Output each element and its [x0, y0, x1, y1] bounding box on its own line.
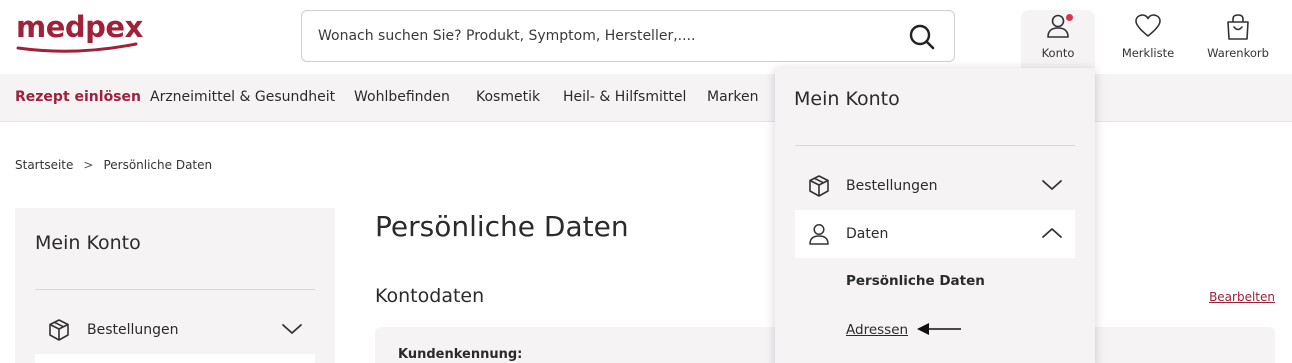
sidebar-item-label: Bestellungen	[87, 322, 179, 338]
dropdown-subitem-persoenliche-daten[interactable]: Persönliche Daten	[846, 273, 985, 289]
dropdown-divider	[795, 145, 1075, 146]
chevron-down-icon	[282, 324, 302, 334]
main-nav: Rezept einlösen Arzneimittel & Gesundhei…	[0, 74, 1292, 122]
heart-icon	[1135, 14, 1161, 37]
sidebar-title: Mein Konto	[35, 232, 141, 254]
warenkorb-label: Warenkorb	[1207, 46, 1269, 60]
dropdown-item-label: Bestellungen	[846, 178, 938, 194]
logo-swoosh-icon	[16, 42, 138, 53]
nav-item-wohlbefinden[interactable]: Wohlbefinden	[354, 89, 450, 105]
dropdown-item-bestellungen[interactable]: Bestellungen	[795, 162, 1075, 210]
package-icon	[809, 175, 829, 197]
chevron-up-icon	[1042, 228, 1062, 238]
search-icon[interactable]	[908, 23, 936, 51]
konto-button[interactable]: Konto	[1021, 10, 1095, 74]
package-icon	[49, 319, 69, 341]
sidebar-item-bestellungen[interactable]: Bestellungen	[35, 310, 315, 350]
dropdown-title: Mein Konto	[794, 88, 900, 110]
nav-item-kosmetik[interactable]: Kosmetik	[476, 89, 540, 105]
account-dropdown: Mein Konto Bestellungen Daten Persönlich…	[775, 68, 1095, 363]
breadcrumb-current: Persönliche Daten	[103, 158, 213, 172]
shopping-bag-icon	[1227, 14, 1249, 40]
warenkorb-button[interactable]: Warenkorb	[1198, 10, 1278, 68]
notification-dot	[1066, 14, 1073, 21]
dropdown-item-label: Daten	[846, 226, 889, 242]
page-title: Persönliche Daten	[375, 210, 629, 243]
search-input[interactable]: Wonach suchen Sie? Produkt, Symptom, Her…	[318, 28, 695, 44]
edit-link[interactable]: Bearbelten	[1209, 290, 1275, 304]
konto-label: Konto	[1041, 46, 1075, 60]
merkliste-button[interactable]: Merkliste	[1112, 10, 1184, 68]
account-sidebar: Mein Konto Bestellungen	[15, 208, 335, 363]
dropdown-subitem-adressen[interactable]: Adressen	[846, 322, 908, 338]
breadcrumb-home[interactable]: Startseite	[15, 158, 73, 172]
merkliste-label: Merkliste	[1121, 46, 1175, 60]
user-icon	[809, 223, 829, 245]
breadcrumb-separator: >	[83, 158, 94, 172]
site-header: medpex Wonach suchen Sie? Produkt, Sympt…	[0, 0, 1292, 74]
sidebar-next-item	[35, 354, 315, 363]
nav-item-rezept[interactable]: Rezept einlösen	[15, 89, 141, 105]
section-title: Kontodaten	[375, 285, 485, 307]
sidebar-divider	[35, 289, 315, 290]
chevron-down-icon	[1042, 180, 1062, 190]
dropdown-item-daten[interactable]: Daten	[795, 210, 1075, 258]
medpex-logo[interactable]: medpex	[16, 10, 143, 53]
search-box[interactable]: Wonach suchen Sie? Produkt, Symptom, Her…	[301, 10, 955, 62]
nav-item-marken[interactable]: Marken	[707, 89, 759, 105]
nav-item-heil-hilfsmittel[interactable]: Heil- & Hilfsmittel	[563, 89, 686, 105]
breadcrumb: Startseite > Persönliche Daten	[15, 158, 212, 172]
arrow-left-icon	[917, 323, 961, 335]
logo-text: medpex	[16, 10, 143, 44]
customer-id-label: Kundenkennung:	[398, 347, 523, 362]
nav-item-arzneimittel[interactable]: Arzneimittel & Gesundheit	[150, 89, 335, 105]
